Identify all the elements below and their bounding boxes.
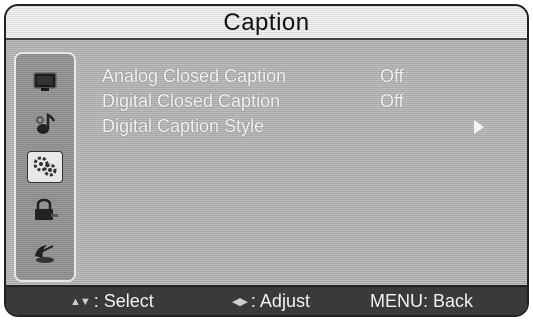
hint-back: MENU: Back bbox=[370, 291, 473, 312]
hint-select-label: : Select bbox=[93, 291, 154, 311]
submenu-arrow-icon bbox=[474, 120, 484, 134]
picture-icon[interactable] bbox=[27, 65, 63, 97]
hint-select: ▲▼ : Select bbox=[70, 291, 154, 312]
menu-row-digital-caption-style[interactable]: Digital Caption Style bbox=[102, 114, 502, 139]
title-bar: Caption bbox=[6, 6, 527, 40]
hint-adjust-label: : Adjust bbox=[250, 291, 310, 311]
caption-menu-list: Analog Closed Caption Off Digital Closed… bbox=[102, 64, 502, 139]
sound-icon[interactable] bbox=[27, 108, 63, 140]
osd-menu-window: Caption Analog Closed Caption Off Digita… bbox=[4, 4, 529, 317]
sidebar bbox=[14, 52, 76, 282]
footer-hint-bar: ▲▼ : Select ◀▶ : Adjust MENU: Back bbox=[6, 285, 527, 315]
hint-adjust: ◀▶ : Adjust bbox=[232, 291, 310, 312]
lock-icon[interactable] bbox=[27, 194, 63, 226]
row-label: Digital Caption Style bbox=[102, 116, 265, 136]
row-label: Analog Closed Caption bbox=[102, 66, 287, 86]
left-right-arrows-icon: ◀▶ bbox=[232, 296, 248, 308]
channel-icon[interactable] bbox=[27, 237, 63, 269]
row-label: Digital Closed Caption bbox=[102, 91, 281, 111]
menu-row-digital-closed-caption[interactable]: Digital Closed Caption Off bbox=[102, 89, 502, 114]
hint-back-label: MENU: Back bbox=[370, 291, 474, 311]
up-down-arrows-icon: ▲▼ bbox=[70, 295, 91, 308]
menu-row-analog-closed-caption[interactable]: Analog Closed Caption Off bbox=[102, 64, 502, 89]
row-value: Off bbox=[380, 91, 404, 111]
row-value: Off bbox=[380, 66, 404, 86]
menu-title: Caption bbox=[223, 9, 310, 36]
setup-icon[interactable] bbox=[27, 150, 63, 183]
